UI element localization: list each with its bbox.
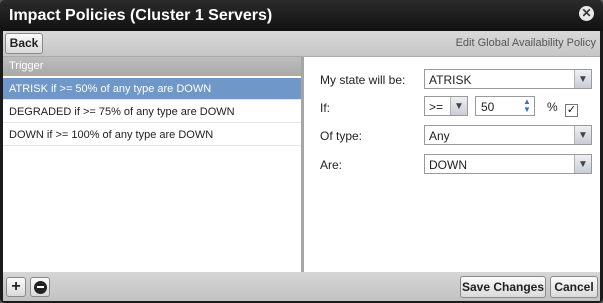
are-value: DOWN (429, 158, 467, 172)
edit-global-availability-policy-link[interactable]: Edit Global Availability Policy (456, 37, 596, 49)
spin-down-icon[interactable]: ▼ (521, 106, 533, 114)
plus-icon: + (11, 278, 21, 295)
toolbar: Back Edit Global Availability Policy (3, 31, 600, 57)
close-icon[interactable]: ✕ (579, 6, 594, 21)
state-value: ATRISK (429, 73, 472, 87)
chevron-down-icon: ▼ (450, 97, 467, 115)
cancel-button[interactable]: Cancel (550, 276, 598, 298)
back-button[interactable]: Back (5, 33, 43, 54)
type-label: Of type: (320, 129, 363, 143)
policy-form-panel: My state will be: ATRISK ▼ If: >= ▼ 50 ▲… (304, 57, 600, 272)
trigger-column-header: Trigger (3, 57, 301, 76)
threshold-spinner[interactable]: 50 ▲ ▼ (475, 96, 535, 116)
type-select[interactable]: Any ▼ (424, 125, 592, 145)
trigger-list-panel: Trigger ATRISK if >= 50% of any type are… (3, 57, 301, 272)
chevron-down-icon: ▼ (574, 126, 591, 144)
dialog-title: Impact Policies (Cluster 1 Servers) (9, 7, 273, 24)
impact-policies-dialog: Impact Policies (Cluster 1 Servers) ✕ Ba… (0, 0, 603, 303)
save-changes-button[interactable]: Save Changes (460, 276, 546, 298)
percent-checkbox[interactable]: ✓ (565, 104, 578, 117)
titlebar: Impact Policies (Cluster 1 Servers) ✕ (0, 0, 603, 31)
trigger-row[interactable]: DOWN if >= 100% of any type are DOWN (3, 124, 301, 146)
operator-value: >= (429, 100, 444, 114)
minus-circle-icon (33, 280, 47, 294)
remove-trigger-button[interactable] (30, 277, 50, 297)
are-label: Are: (320, 158, 343, 172)
percent-symbol: % (547, 100, 558, 114)
if-label: If: (320, 101, 331, 115)
operator-select[interactable]: >= ▼ (424, 96, 468, 116)
chevron-down-icon: ▼ (574, 70, 591, 88)
threshold-value: 50 (481, 100, 495, 114)
chevron-down-icon: ▼ (574, 155, 591, 173)
are-select[interactable]: DOWN ▼ (424, 154, 592, 174)
footer-bar: + Save Changes Cancel (3, 272, 600, 301)
add-trigger-button[interactable]: + (6, 277, 26, 297)
type-value: Any (429, 129, 450, 143)
trigger-row[interactable]: DEGRADED if >= 75% of any type are DOWN (3, 101, 301, 123)
trigger-row[interactable]: ATRISK if >= 50% of any type are DOWN (3, 78, 301, 100)
state-label: My state will be: (320, 73, 406, 87)
state-select[interactable]: ATRISK ▼ (424, 69, 592, 89)
